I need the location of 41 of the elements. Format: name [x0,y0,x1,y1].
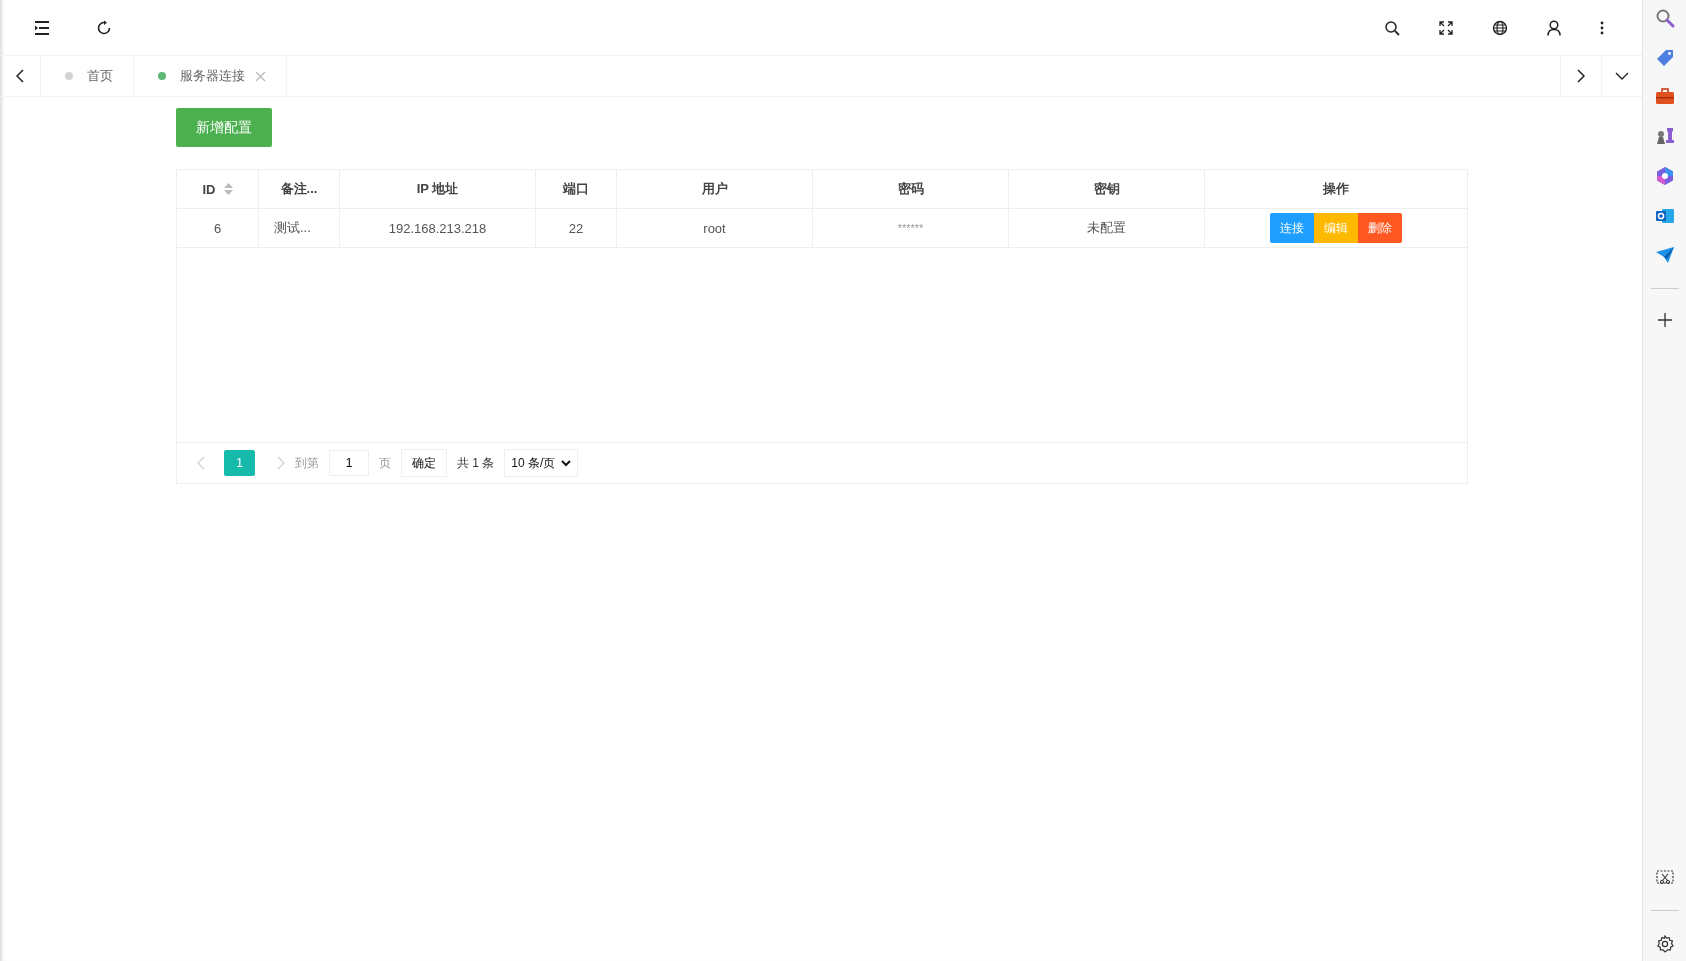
column-header: 密码 [813,170,1009,208]
chevron-down-icon[interactable] [1615,72,1629,80]
column-header: IP 地址 [340,170,536,208]
row-action-button[interactable]: 删除 [1358,213,1402,243]
menu-icon[interactable] [34,20,50,35]
search-icon[interactable] [1384,19,1400,36]
plus-icon[interactable] [1657,313,1672,327]
column-header: 用户 [617,170,813,208]
chevron-right-icon[interactable] [1577,69,1585,83]
mail-icon[interactable] [1654,206,1675,226]
table-cell: root [617,209,813,247]
goto-label: 到第 [295,454,319,472]
more-icon[interactable] [1600,20,1604,35]
caret-icon [561,459,572,467]
column-header: 备注... [259,170,340,208]
column-header[interactable]: ID [177,170,259,208]
column-header: 端口 [536,170,617,208]
toolbox-icon[interactable] [1654,88,1675,106]
settings-icon[interactable] [1655,935,1674,953]
column-header: 密钥 [1009,170,1205,208]
table-cell: 测试... [259,209,340,247]
chess-pieces-icon[interactable] [1654,126,1675,146]
screenshot-icon[interactable] [1655,870,1674,886]
confirm-button[interactable]: 确定 [401,449,447,477]
paper-plane-icon[interactable] [1654,246,1675,264]
fullscreen-icon[interactable] [1439,20,1453,35]
page-size-select[interactable]: 10 条/页 [504,449,579,477]
total-count: 共 1 条 [457,454,495,472]
column-header: 操作 [1322,180,1350,198]
chevron-left-icon[interactable] [16,69,24,83]
table-cell: ****** [813,209,1009,247]
table-cell: 6 [177,209,259,247]
table-cell: 192.168.213.218 [340,209,536,247]
table-cell: 22 [536,209,617,247]
table-cell: 未配置 [1009,209,1205,247]
hexagon-logo-icon[interactable] [1654,166,1675,186]
page-input[interactable]: 1 [329,450,369,476]
user-icon[interactable] [1547,19,1561,36]
globe-icon[interactable] [1492,19,1508,36]
page-unit: 页 [379,454,391,472]
refresh-icon[interactable] [96,19,112,36]
